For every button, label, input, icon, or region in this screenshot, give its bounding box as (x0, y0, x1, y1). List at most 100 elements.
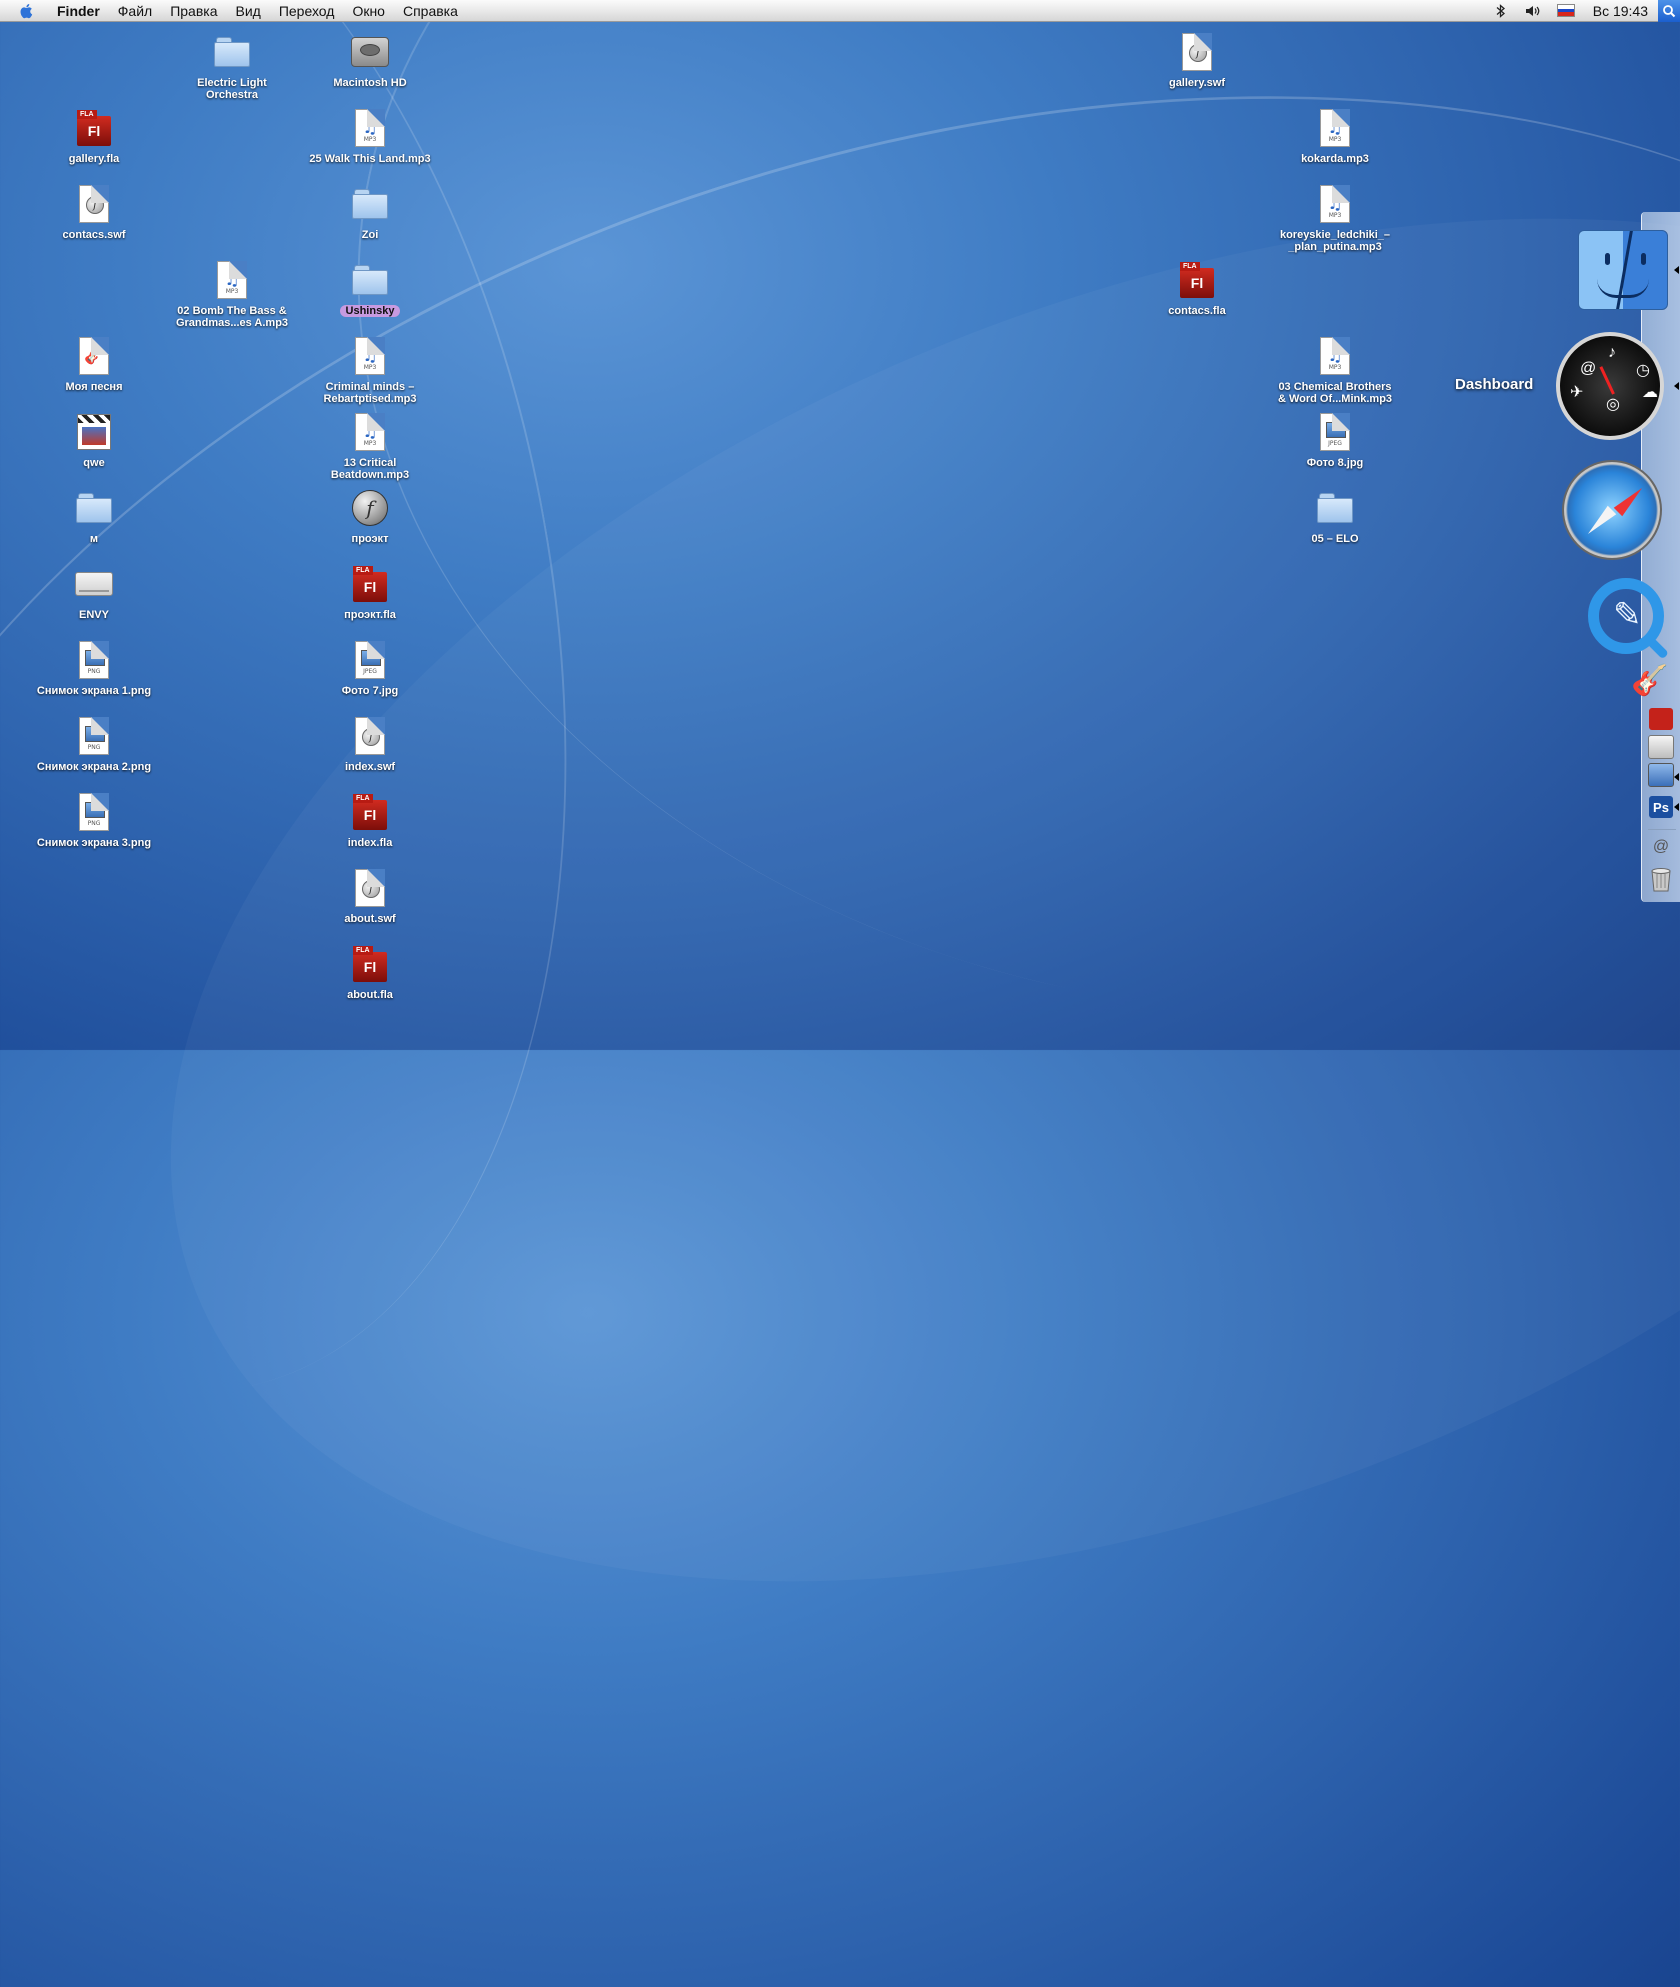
dock-safari[interactable] (1560, 458, 1664, 562)
menu-window[interactable]: Окно (343, 0, 394, 22)
desktop-icon-fla[interactable]: Fl FLA index.fla (306, 790, 434, 849)
desktop-icon-fla[interactable]: Fl FLA contacs.fla (1133, 258, 1261, 317)
icon-label: ENVY (79, 609, 109, 621)
dock-finder[interactable] (1578, 228, 1668, 312)
icon-label: проэкт (351, 533, 389, 545)
dock-trash[interactable] (1646, 864, 1676, 894)
menu-edit[interactable]: Правка (161, 0, 226, 22)
bluetooth-icon[interactable] (1493, 3, 1509, 19)
dock-photo[interactable] (1646, 762, 1676, 788)
icon-label: qwe (83, 457, 105, 469)
desktop-icon-mp3[interactable]: ♫ MP3 koreyskie_ledchiki_–_plan_putina.mp… (1271, 182, 1399, 253)
volume-icon[interactable] (1525, 3, 1541, 19)
menubar-clock[interactable]: Вс 19:43 (1583, 0, 1658, 22)
icon-label: 25 Walk This Land.mp3 (309, 153, 431, 165)
menu-file[interactable]: Файл (109, 0, 161, 22)
dock-tooltip: Dashboard (1455, 376, 1534, 393)
desktop-icon-fla[interactable]: Fl FLA проэкт.fla (306, 562, 434, 621)
jpeg-file-icon: JPEG (348, 638, 392, 682)
icon-label: about.swf (344, 913, 396, 925)
mp3-file-icon: ♫ MP3 (348, 410, 392, 454)
finder-icon (1578, 230, 1668, 310)
swf-file-icon: f (1175, 30, 1219, 74)
desktop-icon-folder[interactable]: 05 – ELO (1271, 486, 1399, 545)
mp3-file-icon: ♫ MP3 (210, 258, 254, 302)
swf-file-icon: f (348, 714, 392, 758)
guitar-icon: 🎸 (72, 334, 116, 378)
desktop-icon-folder[interactable]: Zoi (306, 182, 434, 241)
hard-drive-icon (348, 30, 392, 74)
folder-icon (348, 182, 392, 226)
desktop-icon-mp3[interactable]: ♫ MP3 13 Critical Beatdown.mp3 (306, 410, 434, 481)
icon-label: проэкт.fla (344, 609, 396, 621)
dock-dashboard[interactable]: @ ♪ ◷ ✈ ☁ ◎ (1554, 330, 1666, 442)
dock-mail-stack[interactable]: @ (1646, 834, 1676, 860)
russian-flag-icon[interactable] (1556, 4, 1575, 17)
desktop-icon-swf[interactable]: f index.swf (306, 714, 434, 773)
folder-icon (72, 486, 116, 530)
dock-quicktime[interactable] (1584, 574, 1668, 658)
desktop-icon-flash-app[interactable]: f проэкт (306, 486, 434, 545)
desktop-icon-swf[interactable]: f contacs.swf (30, 182, 158, 241)
desktop-icon-fla[interactable]: Fl FLA gallery.fla (30, 106, 158, 165)
desktop-icon-hard-drive[interactable]: Macintosh HD (306, 30, 434, 89)
spotlight-icon[interactable] (1658, 0, 1680, 22)
flash-icon (1649, 708, 1673, 730)
desktop-icon-png[interactable]: PNG Снимок экрана 3.png (30, 790, 158, 849)
desktop-icon-fla[interactable]: Fl FLA about.fla (306, 942, 434, 1001)
menu-go[interactable]: Переход (270, 0, 344, 22)
desktop-icon-folder[interactable]: Ushinsky (306, 258, 434, 317)
desktop-icon-mp3[interactable]: ♫ MP3 kokarda.mp3 (1271, 106, 1399, 165)
menu-help[interactable]: Справка (394, 0, 467, 22)
desktop-icon-mp3[interactable]: ♫ MP3 02 Bomb The Bass & Grandmas...es A.… (168, 258, 296, 329)
icon-label: Снимок экрана 3.png (36, 837, 152, 849)
dock-preview[interactable] (1646, 734, 1676, 760)
photo-icon (1648, 763, 1674, 787)
apple-menu-icon[interactable] (18, 2, 36, 20)
icon-label: 02 Bomb The Bass & Grandmas...es A.mp3 (175, 305, 289, 329)
desktop-icon-jpeg[interactable]: JPEG Фото 8.jpg (1271, 410, 1399, 469)
preview-icon (1648, 735, 1674, 759)
mp3-file-icon: ♫ MP3 (1313, 106, 1357, 150)
icon-label: Electric Light Orchestra (197, 77, 267, 101)
dock-photoshop[interactable]: Ps (1646, 794, 1676, 820)
png-file-icon: PNG (72, 714, 116, 758)
running-indicator (1674, 773, 1679, 781)
desktop-icon-folder[interactable]: Electric Light Orchestra (168, 30, 296, 101)
running-indicator (1674, 382, 1679, 390)
desktop-icon-garageband[interactable]: 🎸 Моя песня (30, 334, 158, 393)
icon-label: 13 Critical Beatdown.mp3 (330, 457, 410, 481)
desktop-icon-mp3[interactable]: ♫ MP3 03 Chemical Brothers & Word Of...Mi… (1271, 334, 1399, 405)
desktop-icon-png[interactable]: PNG Снимок экрана 1.png (30, 638, 158, 697)
icon-label: Снимок экрана 1.png (36, 685, 152, 697)
desktop-icon-mp3[interactable]: ♫ MP3 25 Walk This Land.mp3 (306, 106, 434, 165)
desktop-icon-folder[interactable]: м (30, 486, 158, 545)
running-indicator (1674, 803, 1679, 811)
menu-view[interactable]: Вид (227, 0, 270, 22)
desktop-icon-jpeg[interactable]: JPEG Фото 7.jpg (306, 638, 434, 697)
desktop-icon-drive[interactable]: ENVY (30, 562, 158, 621)
fla-file-icon: Fl FLA (72, 106, 116, 150)
menu-finder[interactable]: Finder (48, 0, 109, 22)
icon-label: koreyskie_ledchiki_–_plan_putina.mp3 (1279, 229, 1391, 253)
icon-label: kokarda.mp3 (1301, 153, 1369, 165)
icon-label: 03 Chemical Brothers & Word Of...Mink.mp… (1277, 381, 1393, 405)
mp3-file-icon: ♫ MP3 (1313, 334, 1357, 378)
desktop-icon-swf[interactable]: f gallery.swf (1133, 30, 1261, 89)
desktop-icon-png[interactable]: PNG Снимок экрана 2.png (30, 714, 158, 773)
desktop-icon-movie[interactable]: qwe (30, 410, 158, 469)
desktop-icon-mp3[interactable]: ♫ MP3 Criminal minds – Rebartptised.mp3 (306, 334, 434, 405)
garageband-icon: 🎸 (1631, 663, 1669, 697)
icon-label: Моя песня (65, 381, 123, 393)
folder-icon (348, 258, 392, 302)
dock-garageband[interactable]: 🎸 (1628, 660, 1672, 700)
fla-file-icon: Fl FLA (1175, 258, 1219, 302)
icon-label: Zoi (361, 229, 379, 241)
icon-label: м (89, 533, 99, 545)
swf-file-icon: f (348, 866, 392, 910)
icon-label: 05 – ELO (1311, 533, 1359, 545)
mp3-file-icon: ♫ MP3 (348, 334, 392, 378)
dock-flash[interactable] (1646, 706, 1676, 732)
desktop-icon-swf[interactable]: f about.swf (306, 866, 434, 925)
movie-icon (72, 410, 116, 454)
